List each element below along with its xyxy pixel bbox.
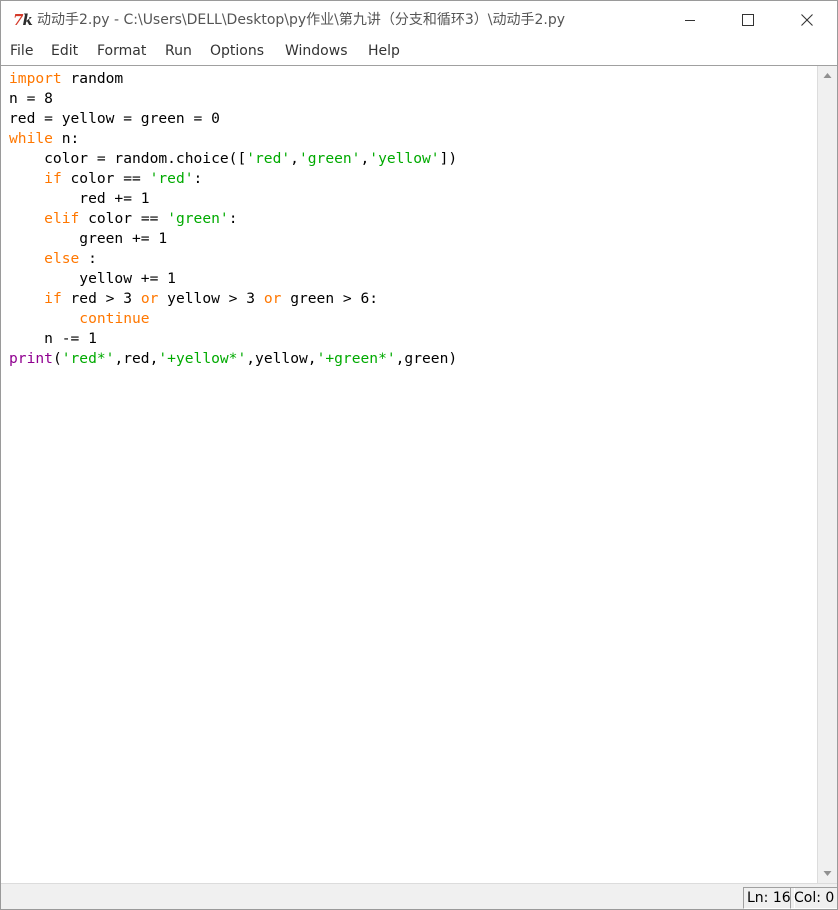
keyword-token: else bbox=[44, 250, 80, 267]
code-token: yellow > 3 bbox=[158, 290, 264, 307]
menu-bar: File Edit Format Run Options Windows Hel… bbox=[1, 39, 837, 64]
minimize-button[interactable] bbox=[661, 1, 719, 39]
code-token: : bbox=[79, 250, 97, 267]
string-token: 'red' bbox=[149, 170, 194, 187]
code-token: red = yellow = green = 0 bbox=[9, 110, 220, 127]
code-token: color == bbox=[61, 170, 150, 187]
vertical-scrollbar[interactable] bbox=[817, 66, 837, 883]
code-token: red += 1 bbox=[9, 190, 150, 207]
code-line[interactable]: red += 1 bbox=[9, 190, 150, 207]
string-token: 'green' bbox=[167, 210, 229, 227]
code-token: ]) bbox=[439, 150, 458, 167]
menu-run[interactable]: Run bbox=[165, 43, 192, 60]
menu-edit[interactable]: Edit bbox=[51, 43, 78, 60]
maximize-button[interactable] bbox=[719, 1, 777, 39]
menu-help[interactable]: Help bbox=[368, 43, 400, 60]
code-line[interactable]: red = yellow = green = 0 bbox=[9, 110, 220, 127]
code-token: color == bbox=[79, 210, 168, 227]
keyword-token: if bbox=[44, 290, 62, 307]
menu-windows[interactable]: Windows bbox=[285, 43, 348, 60]
code-line[interactable]: if red > 3 or yellow > 3 or green > 6: bbox=[9, 290, 378, 307]
line-number-status: Ln: 16 bbox=[743, 887, 795, 909]
code-token: random bbox=[61, 70, 124, 87]
close-icon bbox=[801, 14, 813, 26]
code-token: n: bbox=[52, 130, 80, 147]
maximize-icon bbox=[742, 14, 754, 26]
string-token: '+yellow*' bbox=[158, 350, 247, 367]
string-token: '+green*' bbox=[316, 350, 396, 367]
builtin-token: print bbox=[9, 350, 53, 367]
close-button[interactable] bbox=[778, 1, 836, 39]
code-line[interactable]: green += 1 bbox=[9, 230, 167, 247]
menu-format[interactable]: Format bbox=[97, 43, 146, 60]
code-editor[interactable]: import random n = 8 red = yellow = green… bbox=[1, 65, 837, 884]
scroll-down-button[interactable] bbox=[820, 866, 835, 881]
scroll-up-button[interactable] bbox=[820, 68, 835, 83]
code-token: ,green) bbox=[395, 350, 458, 367]
code-line[interactable]: if color == 'red': bbox=[9, 170, 202, 187]
code-token: color = random.choice([ bbox=[9, 150, 247, 167]
code-token: : bbox=[193, 170, 203, 187]
code-token: ( bbox=[52, 350, 62, 367]
code-line[interactable]: while n: bbox=[9, 130, 79, 147]
string-token: 'red' bbox=[246, 150, 291, 167]
code-line[interactable]: elif color == 'green': bbox=[9, 210, 238, 227]
keyword-token: while bbox=[9, 130, 53, 147]
code-token: ,red, bbox=[114, 350, 159, 367]
triangle-down-icon bbox=[823, 871, 832, 876]
keyword-token: continue bbox=[79, 310, 150, 327]
status-bar: Ln: 16 Col: 0 bbox=[1, 883, 837, 909]
code-line[interactable]: import random bbox=[9, 70, 123, 87]
title-bar[interactable]: 7k 动动手2.py - C:\Users\DELL\Desktop\py作业\… bbox=[1, 1, 837, 39]
code-token: : bbox=[228, 210, 238, 227]
string-token: 'red*' bbox=[61, 350, 115, 367]
keyword-token: import bbox=[9, 70, 62, 87]
column-number-status: Col: 0 bbox=[790, 887, 837, 909]
menu-options[interactable]: Options bbox=[210, 43, 264, 60]
idle-tk-icon: 7k bbox=[13, 11, 33, 29]
code-line[interactable]: else : bbox=[9, 250, 97, 267]
window-title: 动动手2.py - C:\Users\DELL\Desktop\py作业\第九讲… bbox=[37, 12, 566, 28]
keyword-token: or bbox=[140, 290, 159, 307]
code-line[interactable]: n = 8 bbox=[9, 90, 53, 107]
triangle-up-icon bbox=[823, 73, 832, 78]
string-token: 'green' bbox=[298, 150, 361, 167]
code-token: , bbox=[290, 150, 299, 167]
code-token: n = 8 bbox=[9, 90, 53, 107]
code-line[interactable]: continue bbox=[9, 310, 150, 327]
keyword-token: or bbox=[263, 290, 282, 307]
code-line[interactable]: n -= 1 bbox=[9, 330, 97, 347]
code-token: ,yellow, bbox=[246, 350, 317, 367]
code-token: yellow += 1 bbox=[9, 270, 176, 287]
code-line[interactable]: print('red*',red,'+yellow*',yellow,'+gre… bbox=[9, 350, 457, 367]
code-token: n -= 1 bbox=[9, 330, 97, 347]
code-line[interactable]: color = random.choice(['red','green','ye… bbox=[9, 150, 457, 167]
string-token: 'yellow' bbox=[369, 150, 440, 167]
code-token: , bbox=[360, 150, 370, 167]
minimize-icon bbox=[685, 20, 695, 21]
code-token: green > 6: bbox=[281, 290, 379, 307]
code-token: green += 1 bbox=[9, 230, 168, 247]
keyword-token: if bbox=[44, 170, 62, 187]
keyword-token: elif bbox=[44, 210, 80, 227]
menu-file[interactable]: File bbox=[10, 43, 33, 60]
code-token: red > 3 bbox=[61, 290, 141, 307]
idle-editor-window: 7k 动动手2.py - C:\Users\DELL\Desktop\py作业\… bbox=[0, 0, 838, 910]
code-line[interactable]: yellow += 1 bbox=[9, 270, 176, 287]
code-text[interactable]: import random n = 8 red = yellow = green… bbox=[9, 69, 457, 369]
